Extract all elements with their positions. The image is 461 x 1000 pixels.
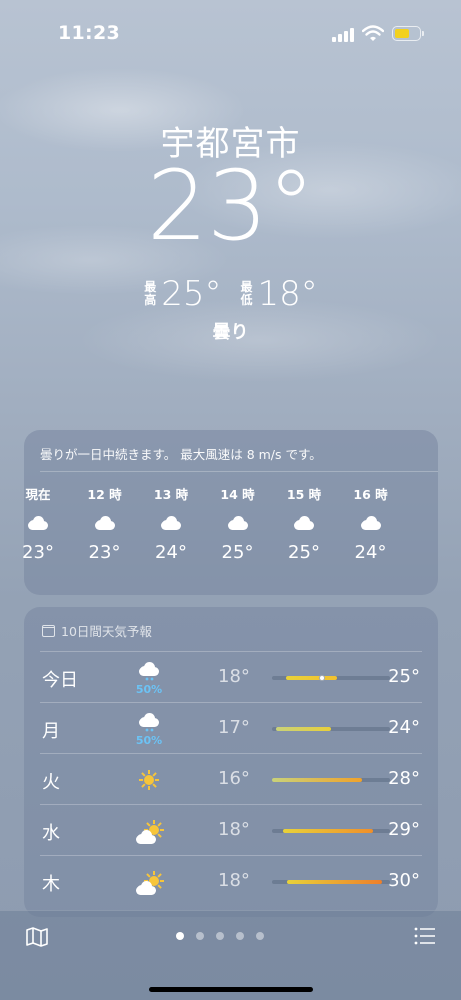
- hour-temperature: 23°: [22, 542, 54, 563]
- page-dot[interactable]: [196, 932, 204, 940]
- daily-forecast-card[interactable]: 10日間天気予報 今日 50% 18° 25° 月 50% 17° 24° 火 16° 28° 水 18…: [24, 607, 438, 917]
- list-icon[interactable]: [414, 927, 436, 945]
- low-label: 最低: [240, 280, 253, 307]
- cloud-icon: [26, 514, 50, 530]
- low-temperature: 18°: [257, 274, 318, 314]
- status-time: 11:23: [58, 22, 120, 44]
- partly-cloudy-icon: [134, 820, 164, 844]
- page-dot[interactable]: [256, 932, 264, 940]
- hour-item: 16 時 24°: [341, 484, 401, 563]
- hour-temperature: 23°: [88, 542, 121, 563]
- cloud-icon: [292, 514, 316, 530]
- hour-temperature: 24°: [354, 542, 387, 563]
- rain-cloud-icon: [137, 711, 161, 733]
- day-label: 木: [42, 874, 60, 895]
- precip-chance: 50%: [135, 734, 163, 747]
- hour-item: 14 時 25°: [208, 484, 268, 563]
- current-temp-marker: [318, 675, 325, 681]
- high-temp: 28°: [388, 768, 420, 789]
- hour-time: 12 時: [87, 487, 122, 502]
- daily-row[interactable]: 今日 50% 18° 25°: [40, 651, 422, 702]
- temperature-range-bar: [272, 880, 390, 884]
- daily-list[interactable]: 今日 50% 18° 25° 月 50% 17° 24° 火 16° 28° 水 18° 29° 木 18° 3…: [40, 651, 422, 906]
- current-temperature: 23°: [146, 150, 315, 262]
- temperature-range-bar: [272, 829, 390, 833]
- high-temp: 30°: [388, 870, 420, 891]
- daily-row[interactable]: 月 50% 17° 24°: [40, 702, 422, 753]
- hour-time: 15 時: [286, 487, 322, 502]
- precip-chance: 50%: [135, 683, 163, 696]
- low-temp: 18°: [218, 666, 250, 687]
- high-temp: 24°: [388, 717, 420, 738]
- low-temp: 18°: [218, 870, 250, 891]
- hour-item: 15 時 25°: [274, 484, 334, 563]
- daily-forecast-title: 10日間天気予報: [61, 624, 152, 639]
- hour-temperature: 25°: [288, 542, 320, 563]
- high-temperature: 25°: [161, 274, 222, 314]
- calendar-icon: [42, 624, 55, 637]
- day-label: 火: [42, 772, 60, 793]
- temperature-range-bar: [272, 675, 390, 681]
- hour-time: 13 時: [153, 487, 189, 502]
- low-temp: 18°: [218, 819, 250, 840]
- wifi-icon: [362, 25, 384, 41]
- hour-time: 16 時: [353, 487, 388, 502]
- hour-temperature: 24°: [155, 542, 187, 563]
- bottom-toolbar: [0, 910, 461, 1000]
- high-temp: 29°: [388, 819, 420, 840]
- sun-icon: [139, 770, 159, 790]
- rain-cloud-icon: [137, 660, 161, 682]
- hour-time: 現在: [25, 487, 51, 502]
- hour-time: 14 時: [220, 487, 255, 502]
- status-bar: 11:23: [0, 0, 461, 70]
- temperature-range-bar: [272, 778, 390, 782]
- condition-label: 曇り: [212, 322, 249, 343]
- day-label: 月: [42, 721, 60, 742]
- temperature-range-bar: [272, 727, 390, 731]
- hour-item: 12 時 23°: [75, 484, 135, 563]
- hour-item: 13 時 24°: [141, 484, 201, 563]
- cloud-icon: [159, 514, 183, 530]
- page-dot[interactable]: [176, 932, 184, 940]
- home-indicator: [149, 987, 313, 992]
- divider: [40, 471, 438, 472]
- high-low: 最高 25° 最低 18°: [0, 274, 461, 314]
- cloud-icon: [226, 514, 250, 530]
- high-temp: 25°: [388, 666, 420, 687]
- map-icon[interactable]: [26, 927, 48, 947]
- low-temp: 16°: [218, 768, 250, 789]
- partly-cloudy-icon: [134, 871, 164, 895]
- daily-row[interactable]: 水 18° 29°: [40, 804, 422, 855]
- hour-item: 現在 23°: [8, 484, 68, 563]
- page-indicator[interactable]: [176, 932, 264, 940]
- hourly-summary: 曇りが一日中続きます。 最大風速は 8 m/s です。: [40, 447, 322, 462]
- cloud-icon: [93, 514, 117, 530]
- low-temp: 17°: [218, 717, 250, 738]
- daily-row[interactable]: 火 16° 28°: [40, 753, 422, 804]
- battery-icon: [392, 26, 424, 41]
- daily-forecast-header: 10日間天気予報: [42, 621, 152, 640]
- hour-temperature: 25°: [221, 542, 254, 563]
- high-label: 最高: [144, 280, 157, 307]
- cloud-icon: [359, 514, 383, 530]
- daily-row[interactable]: 木 18° 30°: [40, 855, 422, 906]
- cellular-signal-icon: [332, 28, 354, 42]
- day-label: 今日: [42, 670, 78, 691]
- page-dot[interactable]: [216, 932, 224, 940]
- day-label: 水: [42, 823, 60, 844]
- page-dot[interactable]: [236, 932, 244, 940]
